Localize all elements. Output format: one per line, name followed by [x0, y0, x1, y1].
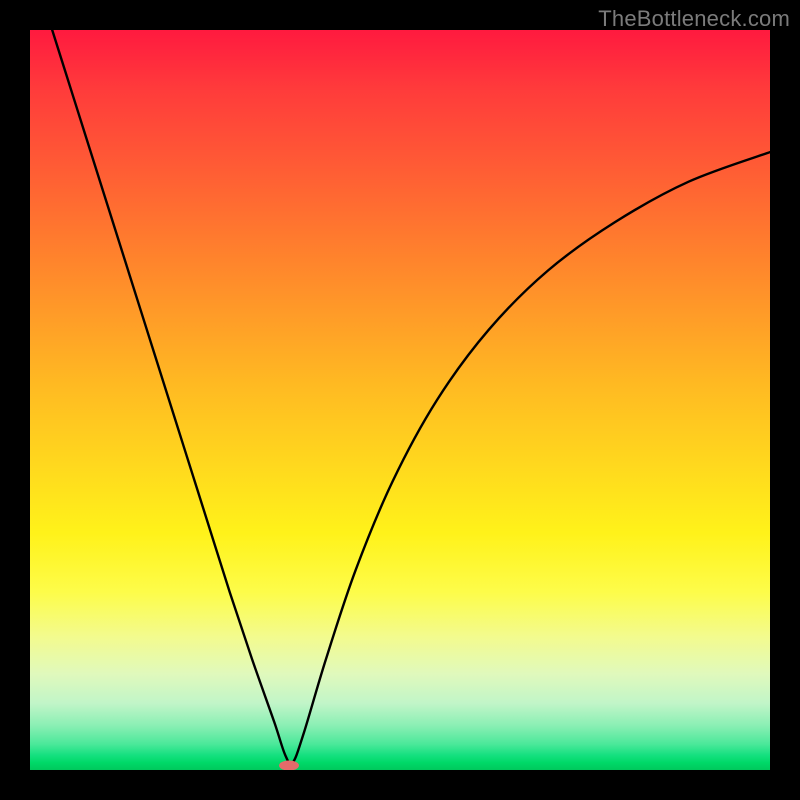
bottleneck-marker [279, 761, 299, 770]
v-curve-path [52, 30, 770, 764]
plot-area [30, 30, 770, 770]
chart-frame: TheBottleneck.com [0, 0, 800, 800]
watermark-text: TheBottleneck.com [598, 6, 790, 32]
curve-svg [30, 30, 770, 770]
